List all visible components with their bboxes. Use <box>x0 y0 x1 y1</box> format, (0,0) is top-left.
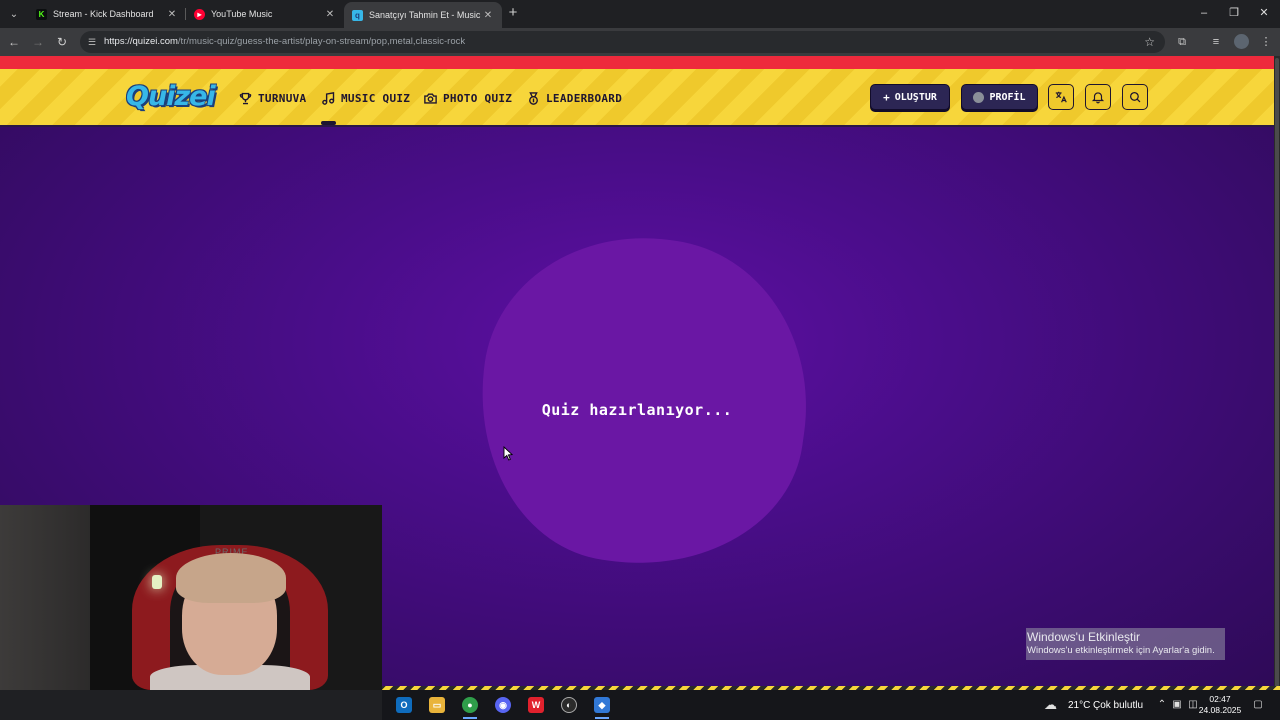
new-tab-plus-icon[interactable]: + <box>505 5 521 21</box>
weather-temperature[interactable]: 21°C <box>1068 700 1090 711</box>
minimize-icon[interactable]: – <box>1194 4 1214 22</box>
tab-title: Sanatçıyı Tahmin Et - Music Qu <box>369 10 482 20</box>
profile-button-label: PROFİL <box>989 91 1026 103</box>
kebab-menu-icon[interactable]: ⋮ <box>1258 34 1274 50</box>
tab-quizei[interactable]: q Sanatçıyı Tahmin Et - Music Qu ✕ <box>344 2 502 28</box>
reload-icon[interactable]: ↻ <box>54 34 70 50</box>
tab-kick-dashboard[interactable]: K Stream - Kick Dashboard ✕ <box>28 2 186 26</box>
nav-label: TURNUVA <box>258 91 307 105</box>
search-icon <box>1129 91 1141 103</box>
camera-icon <box>424 92 437 104</box>
site-header: Quizei TURNUVA MUSIC QUIZ PHOTO QUIZ LEA… <box>0 69 1274 127</box>
tab-title: YouTube Music <box>211 9 273 19</box>
trophy-icon <box>239 92 252 104</box>
network-icon[interactable]: ▣ <box>1171 699 1183 710</box>
window-close-icon[interactable]: ✕ <box>1254 4 1274 22</box>
quiz-page: Quizei TURNUVA MUSIC QUIZ PHOTO QUIZ LEA… <box>0 56 1274 690</box>
plus-icon: + <box>883 90 890 104</box>
mouse-cursor-icon <box>503 446 513 461</box>
clock-time: 02:47 <box>1209 694 1231 704</box>
nav-label: MUSIC QUIZ <box>341 91 411 105</box>
profile-button[interactable]: PROFİL <box>961 84 1038 110</box>
medal-icon <box>529 91 538 105</box>
language-button[interactable] <box>1048 84 1074 110</box>
browser-toolbar: ← → ↻ ☰ https://quizei.com/tr/music-quiz… <box>0 28 1280 56</box>
back-arrow-icon[interactable]: ← <box>6 34 22 50</box>
tab-search-chevron-icon[interactable]: ⌄ <box>4 4 24 24</box>
windows-taskbar: O ▭ ● ◉ W ◐ ◆ ☁ 21°C Çok bulutlu ⌃ ▣ ◫ 0… <box>382 690 1280 720</box>
active-app-indicator <box>463 717 477 719</box>
webcam-person-hair <box>176 553 286 603</box>
activation-title: Windows'u Etkinleştir <box>1027 630 1140 644</box>
active-nav-indicator <box>321 121 336 125</box>
webcam-light <box>152 575 162 589</box>
discord-icon[interactable]: ◉ <box>495 697 511 713</box>
kick-icon: K <box>36 8 47 20</box>
notifications-button[interactable] <box>1085 84 1111 110</box>
nav-leaderboard[interactable]: LEADERBOARD <box>526 89 622 107</box>
tab-title: Stream - Kick Dashboard <box>53 9 154 19</box>
media-controls-icon[interactable]: ≡ <box>1208 34 1224 50</box>
page-scrollbar[interactable] <box>1274 56 1280 690</box>
obs-studio-icon[interactable]: ◐ <box>561 697 577 713</box>
forward-arrow-icon[interactable]: → <box>30 34 46 50</box>
browser-profile-avatar[interactable] <box>1234 34 1249 49</box>
close-icon[interactable]: ✕ <box>482 10 494 21</box>
activation-subtitle: Windows'u etkinleştirmek için Ayarlar'a … <box>1027 645 1215 656</box>
windows-activation-watermark: Windows'u Etkinleştir Windows'u etkinleş… <box>1026 628 1225 660</box>
close-icon[interactable]: ✕ <box>324 9 336 20</box>
profile-avatar <box>973 91 985 103</box>
top-accent-bar <box>0 56 1274 69</box>
nav-photo-quiz[interactable]: PHOTO QUIZ <box>423 89 512 107</box>
youtube-music-icon: ▸ <box>194 8 205 20</box>
clock-date: 24.08.2025 <box>1198 705 1242 715</box>
restore-icon[interactable]: ❐ <box>1224 4 1244 22</box>
weather-description[interactable]: Çok bulutlu <box>1093 700 1143 711</box>
tab-youtube-music[interactable]: ▸ YouTube Music ✕ <box>186 2 344 26</box>
notification-center-icon[interactable]: ▢ <box>1252 699 1264 710</box>
weather-cloud-icon[interactable]: ☁ <box>1044 697 1057 713</box>
nav-label: PHOTO QUIZ <box>443 91 513 105</box>
file-explorer-icon[interactable]: ▭ <box>429 697 445 713</box>
scrollbar-thumb[interactable] <box>1275 58 1279 688</box>
site-info-icon[interactable]: ☰ <box>86 36 98 48</box>
tray-chevron-up-icon[interactable]: ⌃ <box>1156 699 1168 710</box>
quizei-logo[interactable]: Quizei <box>126 81 216 112</box>
nav-label: LEADERBOARD <box>546 91 623 105</box>
nav-turnuva[interactable]: TURNUVA <box>238 89 306 107</box>
loading-text: Quiz hazırlanıyor... <box>541 401 733 419</box>
translate-icon <box>1055 91 1067 103</box>
nav-music-quiz[interactable]: MUSIC QUIZ <box>321 89 410 107</box>
outlook-icon[interactable]: O <box>396 697 412 713</box>
bookmark-star-icon[interactable]: ☆ <box>1144 35 1155 49</box>
webcam-overlay: PRIME <box>0 505 382 690</box>
kick-studio-icon[interactable]: ◆ <box>594 697 610 713</box>
create-button-label: OLUŞTUR <box>894 91 937 103</box>
close-icon[interactable]: ✕ <box>166 9 178 20</box>
browser-tab-strip: ⌄ K Stream - Kick Dashboard ✕ ▸ YouTube … <box>0 0 1280 28</box>
create-button[interactable]: + OLUŞTUR <box>870 84 950 110</box>
search-button[interactable] <box>1122 84 1148 110</box>
active-app-indicator <box>595 717 609 719</box>
extensions-puzzle-icon[interactable]: ⧉ <box>1174 34 1190 50</box>
quizei-favicon: q <box>352 9 363 21</box>
wps-office-icon[interactable]: W <box>528 697 544 713</box>
address-bar[interactable]: ☰ https://quizei.com/tr/music-quiz/guess… <box>80 31 1165 53</box>
music-note-icon <box>322 91 335 105</box>
bell-icon <box>1091 92 1105 104</box>
url-text[interactable]: https://quizei.com/tr/music-quiz/guess-t… <box>104 36 465 47</box>
chrome-icon[interactable]: ● <box>462 697 478 713</box>
system-clock[interactable]: 02:47 24.08.2025 <box>1198 694 1242 716</box>
